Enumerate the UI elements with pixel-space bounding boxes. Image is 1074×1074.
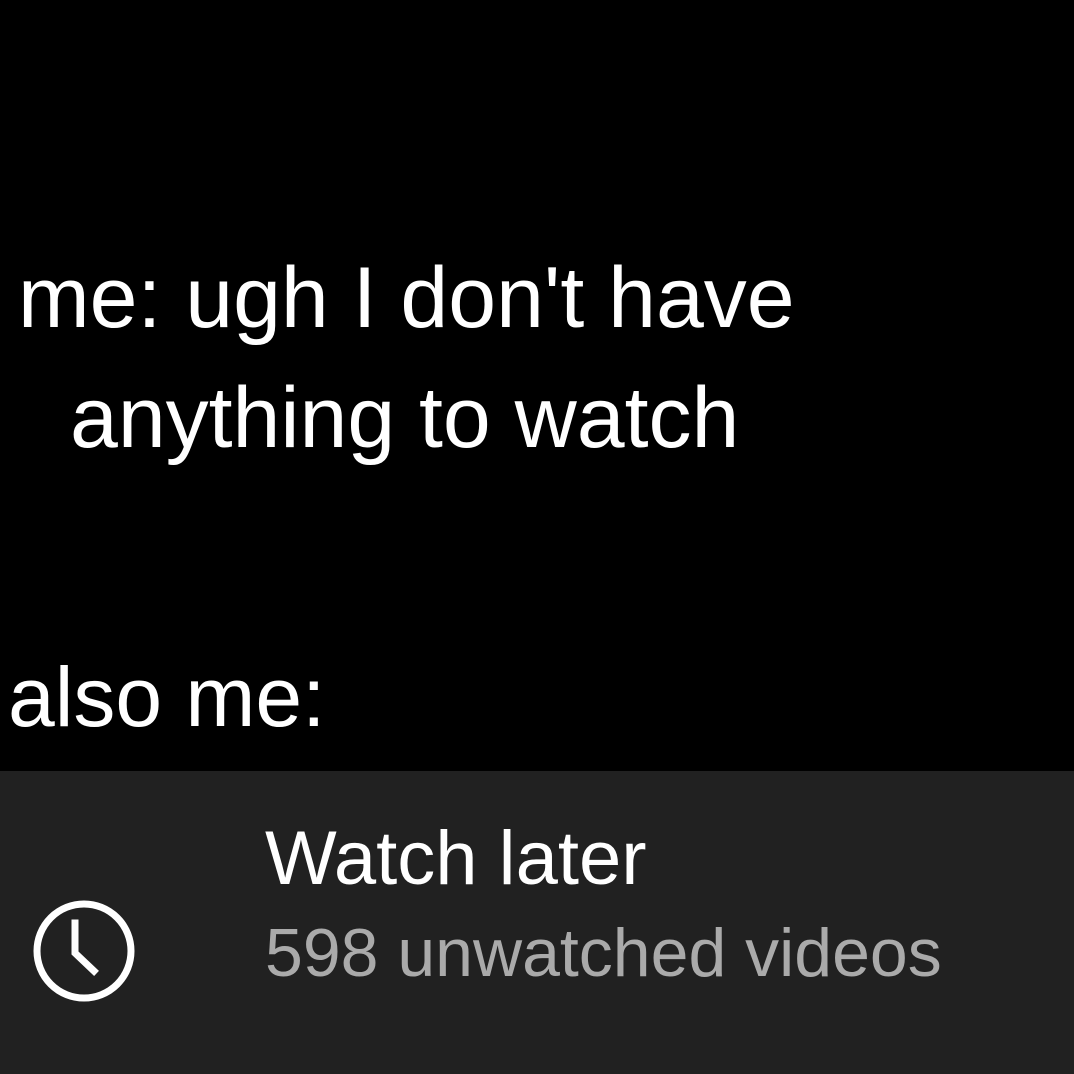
- watch-later-playlist-item[interactable]: Watch later 598 unwatched videos: [0, 771, 1074, 1074]
- clock-icon: [30, 897, 138, 1005]
- meme-caption-line-3: also me:: [8, 650, 326, 744]
- playlist-title: Watch later: [265, 816, 647, 901]
- playlist-video-count: 598 unwatched videos: [265, 915, 942, 991]
- meme-caption-line-2: anything to watch: [70, 370, 740, 466]
- meme-caption-line-1: me: ugh I don't have: [18, 250, 795, 346]
